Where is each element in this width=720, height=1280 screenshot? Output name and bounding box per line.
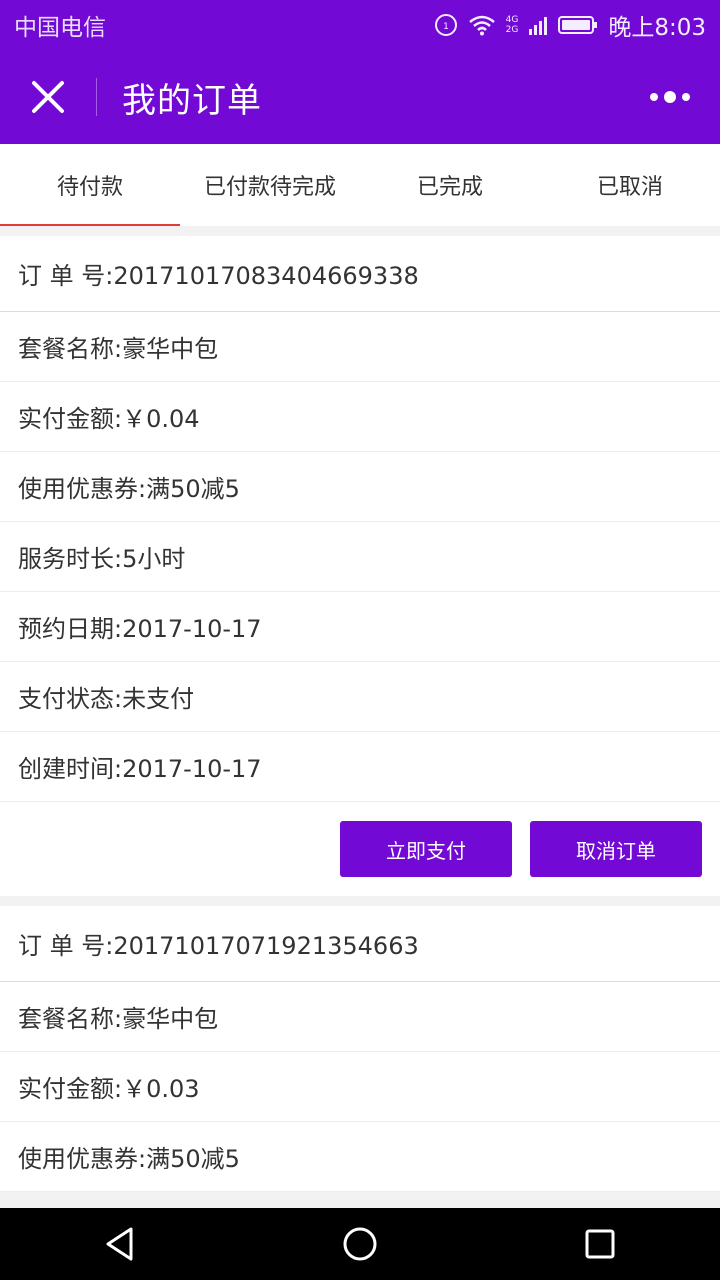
- order-number: 订 单 号:20171017071921354663: [0, 906, 720, 982]
- more-icon-dot: [650, 93, 658, 101]
- cancel-order-button[interactable]: 取消订单: [530, 821, 702, 877]
- system-navigation-bar: [0, 1208, 720, 1280]
- tab-label: 已完成: [416, 175, 483, 200]
- more-icon-dot: [682, 93, 690, 101]
- network-label-top: 4G: [505, 15, 519, 25]
- back-icon: [106, 1227, 133, 1261]
- more-icon-dot: [664, 91, 676, 103]
- order-card: 订 单 号:20171017071921354663 套餐名称:豪华中包 实付金…: [0, 906, 720, 1192]
- app-header: 中国电信 1 4G 2G 晚上8:03 我的订单: [0, 0, 720, 144]
- more-button[interactable]: [640, 72, 700, 122]
- order-number: 订 单 号:20171017083404669338: [0, 236, 720, 312]
- tab-label: 已付款待完成: [203, 175, 336, 200]
- recent-apps-icon: [585, 1229, 615, 1259]
- coupon-used: 使用优惠券:满50减5: [0, 452, 720, 522]
- status-time: 晚上8:03: [608, 15, 706, 41]
- network-label-bottom: 2G: [505, 25, 519, 35]
- status-bar: 中国电信 1 4G 2G 晚上8:03: [0, 0, 720, 50]
- amount-paid: 实付金额:￥0.04: [0, 382, 720, 452]
- created-time: 创建时间:2017-10-17: [0, 732, 720, 802]
- tab-label: 待付款: [56, 175, 123, 200]
- tab-completed[interactable]: 已完成: [360, 144, 540, 226]
- package-name: 套餐名称:豪华中包: [0, 312, 720, 382]
- order-card: 订 单 号:20171017083404669338 套餐名称:豪华中包 实付金…: [0, 236, 720, 896]
- tab-pending-payment[interactable]: 待付款: [0, 144, 180, 226]
- package-name: 套餐名称:豪华中包: [0, 982, 720, 1052]
- pay-now-button[interactable]: 立即支付: [340, 821, 512, 877]
- order-status-tabs: 待付款 已付款待完成 已完成 已取消: [0, 144, 720, 226]
- close-icon: [32, 81, 64, 113]
- carrier-name: 中国电信: [14, 15, 106, 41]
- coupon-used: 使用优惠券:满50减5: [0, 1122, 720, 1192]
- signal-bars-icon: [528, 15, 548, 35]
- wifi-icon: [468, 14, 496, 36]
- navigation-bar: 我的订单: [0, 50, 720, 144]
- signal-icon: 4G 2G: [506, 15, 519, 35]
- back-button[interactable]: [80, 1208, 160, 1280]
- tab-paid-pending-completion[interactable]: 已付款待完成: [180, 144, 360, 226]
- svg-text:1: 1: [443, 22, 449, 32]
- amount-paid: 实付金额:￥0.03: [0, 1052, 720, 1122]
- home-icon: [343, 1227, 377, 1261]
- battery-icon: [558, 15, 598, 35]
- tab-cancelled[interactable]: 已取消: [540, 144, 720, 226]
- service-duration: 服务时长:5小时: [0, 522, 720, 592]
- home-button[interactable]: [320, 1208, 400, 1280]
- page-title: 我的订单: [122, 80, 262, 121]
- tab-label: 已取消: [596, 175, 663, 200]
- order-actions: 立即支付 取消订单: [0, 802, 720, 896]
- close-button[interactable]: [0, 50, 97, 144]
- payment-status: 支付状态:未支付: [0, 662, 720, 732]
- appointment-date: 预约日期:2017-10-17: [0, 592, 720, 662]
- hd-call-icon: 1: [434, 13, 458, 37]
- status-icons: 1 4G 2G 晚上8:03: [434, 8, 706, 42]
- recent-apps-button[interactable]: [560, 1208, 640, 1280]
